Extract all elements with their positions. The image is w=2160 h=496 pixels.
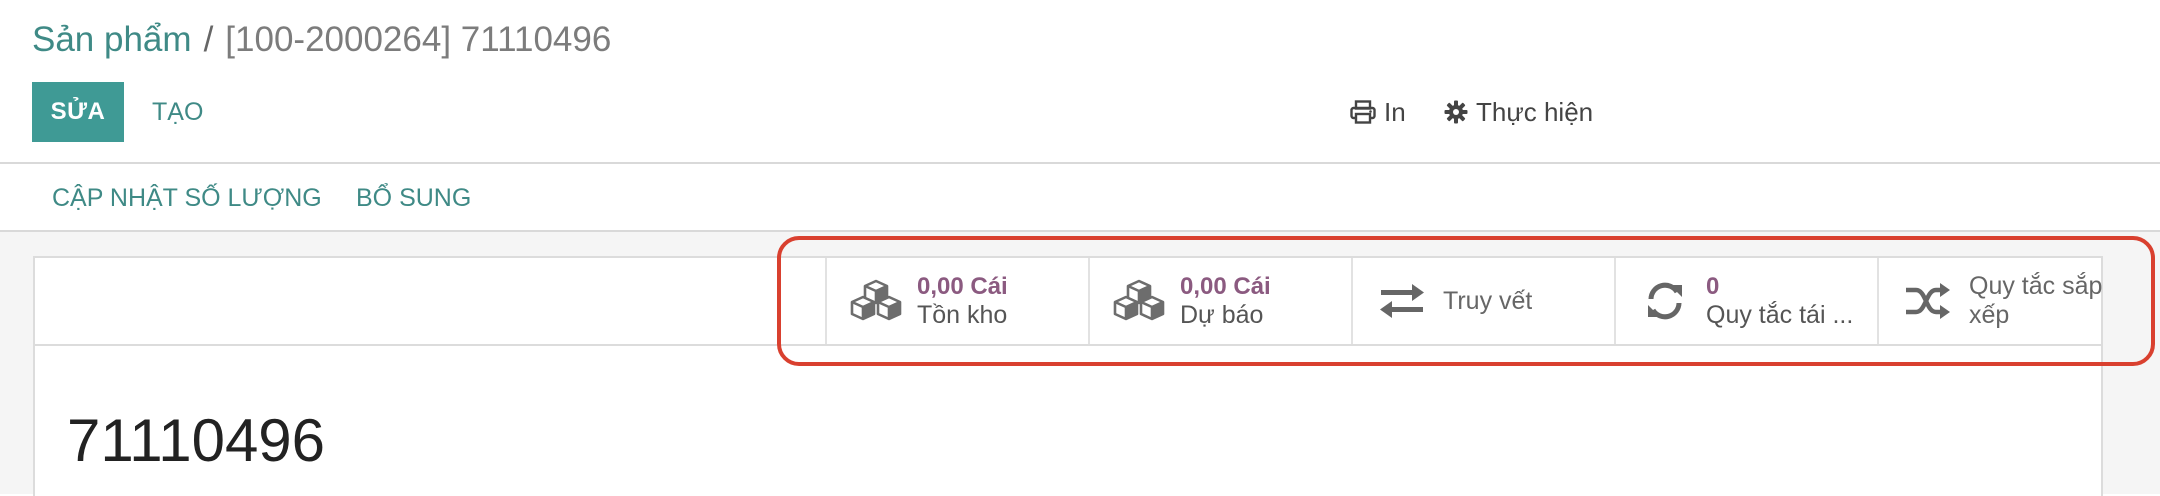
breadcrumb-separator: / [203, 20, 214, 59]
refresh-icon [1648, 282, 1682, 320]
cubes-icon [1113, 279, 1165, 321]
forecast-label: Dự báo [1180, 301, 1264, 329]
breadcrumb-current: [100-2000264] 71110496 [225, 20, 612, 59]
reordering-rules-count: 0 [1706, 273, 1720, 300]
form-sheet: 0,00 Cái Tồn kho 0,00 Cái Dự báo Truy vế… [33, 256, 2103, 496]
form-statusbar: CẬP NHẬT SỐ LƯỢNG BỔ SUNG [0, 165, 2160, 231]
create-button[interactable]: TẠO [142, 82, 213, 142]
exchange-icon [1380, 284, 1424, 318]
breadcrumb-parent-link[interactable]: Sản phẩm [32, 20, 192, 59]
traceability-label: Truy vết [1443, 286, 1533, 315]
control-panel: Sản phẩm / [100-2000264] 71110496 SỬA TẠO … [0, 0, 2160, 164]
breadcrumb: Sản phẩm / [100-2000264] 71110496 [32, 18, 611, 62]
control-panel-divider [0, 162, 2160, 164]
reordering-rules-label: Quy tắc tái ... [1706, 301, 1854, 329]
product-name-title: 71110496 [67, 407, 326, 474]
cubes-icon [850, 279, 902, 321]
gear-icon [1444, 100, 1468, 124]
replenish-button[interactable]: BỔ SUNG [336, 175, 491, 221]
stat-button-putaway-rules[interactable]: Quy tắc sắp xếp [1877, 258, 2140, 344]
print-icon [1350, 100, 1376, 124]
print-label: In [1384, 96, 1406, 127]
putaway-rules-label-line1: Quy tắc sắp [1969, 272, 2103, 300]
on-hand-value: 0,00 Cái [917, 273, 1008, 300]
forecast-value: 0,00 Cái [1180, 273, 1271, 300]
stat-button-reordering-rules[interactable]: 0 Quy tắc tái ... [1614, 258, 1877, 344]
update-quantity-button[interactable]: CẬP NHẬT SỐ LƯỢNG [32, 175, 342, 221]
stat-button-on-hand[interactable]: 0,00 Cái Tồn kho [825, 258, 1088, 344]
on-hand-label: Tồn kho [917, 301, 1008, 329]
stat-button-traceability[interactable]: Truy vết [1351, 258, 1614, 344]
stat-button-forecast[interactable]: 0,00 Cái Dự báo [1088, 258, 1351, 344]
smart-button-box: 0,00 Cái Tồn kho 0,00 Cái Dự báo Truy vế… [35, 258, 2102, 346]
edit-button[interactable]: SỬA [32, 82, 124, 142]
action-label: Thực hiện [1476, 96, 1594, 127]
action-dropdown[interactable]: Thực hiện [1444, 92, 1593, 132]
putaway-rules-label-line2: xếp [1969, 301, 2010, 329]
print-dropdown[interactable]: In [1350, 92, 1406, 132]
random-icon [1906, 283, 1950, 319]
